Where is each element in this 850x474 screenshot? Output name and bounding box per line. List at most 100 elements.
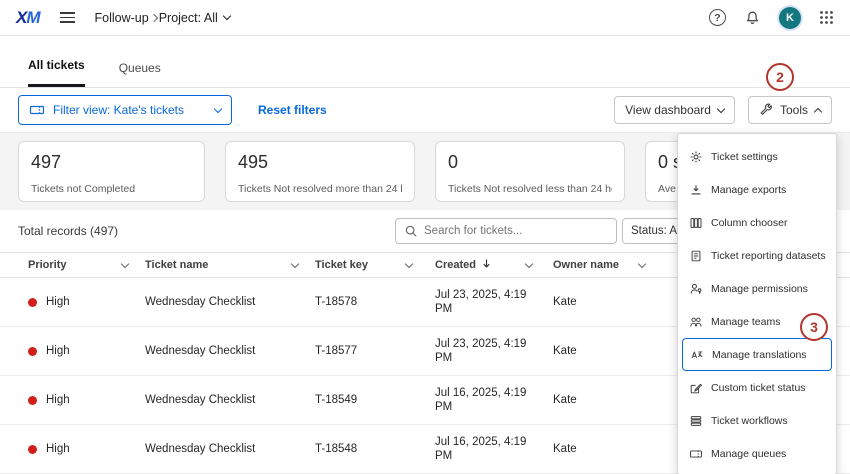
- menu-item-ticket-settings[interactable]: Ticket settings: [678, 140, 836, 173]
- person-key-icon: [688, 281, 704, 297]
- stat-card-not-resolved-24h-less: 0 Tickets Not resolved less than 24 hour…: [435, 141, 625, 202]
- app-grid-icon[interactable]: [819, 10, 834, 25]
- ticket-key-value: T-18549: [315, 394, 357, 406]
- chevron-down-icon[interactable]: [638, 259, 646, 267]
- logo-m: M: [26, 8, 39, 27]
- gear-icon: [688, 149, 704, 165]
- menu-item-label: Ticket settings: [711, 151, 778, 163]
- column-header-priority[interactable]: Priority: [28, 253, 128, 277]
- menu-item-label: Ticket reporting datasets: [711, 250, 826, 262]
- priority-value: High: [46, 296, 70, 308]
- ticket-key-value: T-18578: [315, 296, 357, 308]
- breadcrumb-separator-icon: [149, 13, 157, 21]
- project-selector-label: Project: All: [159, 11, 218, 25]
- menu-item-label: Manage queues: [711, 448, 786, 460]
- ticket-name-value: Wednesday Checklist: [145, 296, 255, 308]
- hamburger-menu-icon[interactable]: [60, 12, 75, 23]
- column-label: Owner name: [553, 259, 619, 271]
- ticket-icon: [29, 102, 45, 118]
- stat-label: Tickets Not resolved less than 24 hours: [448, 183, 612, 195]
- filter-view-label: Filter view: Kate's tickets: [53, 103, 207, 117]
- menu-item-label: Custom ticket status: [711, 382, 806, 394]
- owner-value: Kate: [553, 394, 577, 406]
- menu-item-manage-permissions[interactable]: Manage permissions: [678, 272, 836, 305]
- view-dashboard-label: View dashboard: [625, 103, 711, 117]
- xm-logo[interactable]: XM: [16, 8, 40, 28]
- tabs-bar: All tickets Queues: [0, 36, 850, 88]
- menu-item-label: Ticket workflows: [711, 415, 788, 427]
- column-header-ticket-name[interactable]: Ticket name: [145, 253, 298, 277]
- menu-item-ticket-reporting-datasets[interactable]: Ticket reporting datasets: [678, 239, 836, 272]
- notifications-bell-icon[interactable]: [744, 9, 761, 26]
- priority-high-dot: [28, 396, 37, 405]
- priority-high-dot: [28, 347, 37, 356]
- tab-queues[interactable]: Queues: [119, 61, 161, 87]
- column-header-ticket-key[interactable]: Ticket key: [315, 253, 412, 277]
- menu-item-column-chooser[interactable]: Column chooser: [678, 206, 836, 239]
- tools-label: Tools: [780, 103, 808, 117]
- ticket-name-value: Wednesday Checklist: [145, 443, 255, 455]
- chevron-down-icon[interactable]: [291, 259, 299, 267]
- menu-item-label: Column chooser: [711, 217, 787, 229]
- annotation-step-3: 3: [800, 313, 828, 341]
- menu-item-label: Manage teams: [711, 316, 780, 328]
- edit-icon: [688, 380, 704, 396]
- app-window: XM Follow-up Project: All ? K All ticket…: [0, 0, 850, 474]
- created-value: Jul 16, 2025, 4:19 PM: [435, 386, 540, 414]
- column-label: Created: [435, 259, 476, 271]
- translate-icon: [689, 347, 705, 363]
- search-input[interactable]: [424, 225, 608, 237]
- stat-value: 497: [31, 152, 192, 173]
- priority-high-dot: [28, 445, 37, 454]
- tab-all-tickets[interactable]: All tickets: [28, 58, 85, 87]
- status-filter-label: Status: Ac: [631, 225, 683, 237]
- avatar[interactable]: K: [779, 7, 801, 29]
- column-header-owner-name[interactable]: Owner name: [553, 253, 645, 277]
- filter-view-select[interactable]: Filter view: Kate's tickets: [18, 95, 232, 125]
- created-value: Jul 16, 2025, 4:19 PM: [435, 435, 540, 463]
- priority-value: High: [46, 345, 70, 357]
- menu-item-label: Manage permissions: [711, 283, 808, 295]
- search-icon: [404, 224, 418, 238]
- chevron-down-icon[interactable]: [525, 259, 533, 267]
- stat-value: 0: [448, 152, 612, 173]
- stat-label: Tickets Not resolved more than 24 ho...: [238, 183, 402, 195]
- queue-ticket-icon: [688, 446, 704, 462]
- workflow-icon: [688, 413, 704, 429]
- help-icon[interactable]: ?: [709, 9, 726, 26]
- column-label: Ticket name: [145, 259, 208, 271]
- tools-button[interactable]: Tools: [748, 96, 832, 124]
- priority-value: High: [46, 394, 70, 406]
- menu-item-custom-ticket-status[interactable]: Custom ticket status: [678, 371, 836, 404]
- sort-desc-icon[interactable]: [482, 258, 491, 272]
- chevron-down-icon[interactable]: [121, 259, 129, 267]
- column-label: Ticket key: [315, 259, 368, 271]
- column-header-created[interactable]: Created: [435, 253, 532, 277]
- menu-item-manage-exports[interactable]: Manage exports: [678, 173, 836, 206]
- menu-item-manage-queues[interactable]: Manage queues: [678, 437, 836, 470]
- view-dashboard-button[interactable]: View dashboard: [614, 96, 735, 124]
- annotation-step-2: 2: [766, 63, 794, 91]
- stat-card-not-completed: 497 Tickets not Completed: [18, 141, 205, 202]
- ticket-name-value: Wednesday Checklist: [145, 394, 255, 406]
- menu-item-manage-translations[interactable]: Manage translations: [682, 338, 832, 371]
- column-label: Priority: [28, 259, 67, 271]
- created-value: Jul 23, 2025, 4:19 PM: [435, 288, 540, 316]
- priority-high-dot: [28, 298, 37, 307]
- wrench-icon: [759, 103, 773, 117]
- stat-label: Tickets not Completed: [31, 183, 192, 195]
- search-box: [395, 218, 617, 244]
- created-value: Jul 23, 2025, 4:19 PM: [435, 337, 540, 365]
- owner-value: Kate: [553, 296, 577, 308]
- ticket-key-value: T-18548: [315, 443, 357, 455]
- reset-filters-link[interactable]: Reset filters: [258, 103, 327, 117]
- owner-value: Kate: [553, 443, 577, 455]
- breadcrumb-followup[interactable]: Follow-up: [95, 11, 149, 25]
- project-selector[interactable]: Project: All: [159, 11, 230, 25]
- menu-item-label: Manage exports: [711, 184, 786, 196]
- chevron-down-icon[interactable]: [405, 259, 413, 267]
- ticket-name-value: Wednesday Checklist: [145, 345, 255, 357]
- menu-item-ticket-workflows[interactable]: Ticket workflows: [678, 404, 836, 437]
- toolbar: Filter view: Kate's tickets Reset filter…: [0, 88, 850, 132]
- download-icon: [688, 182, 704, 198]
